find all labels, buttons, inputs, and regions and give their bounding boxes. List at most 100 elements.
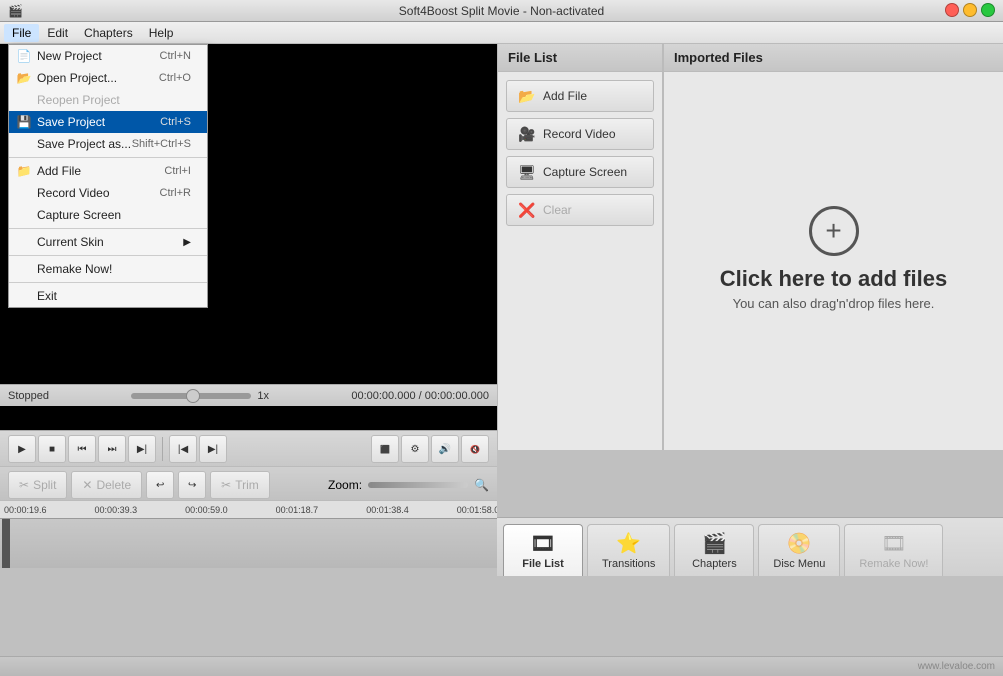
menu-edit[interactable]: Edit — [39, 24, 76, 42]
timeline-mark-6: 00:01:58.0 — [457, 505, 497, 515]
tab-transitions[interactable]: ⭐ Transitions — [587, 524, 670, 576]
menu-open-project[interactable]: 📂 Open Project... Ctrl+O — [9, 67, 207, 89]
menu-add-file[interactable]: 📁 Add File Ctrl+I — [9, 160, 207, 182]
menu-save-project-as[interactable]: Save Project as... Shift+Ctrl+S — [9, 133, 207, 155]
aspect-ratio-button[interactable]: ⬛ — [371, 435, 399, 463]
app-icon: 🎬 — [8, 4, 23, 18]
add-file-btn-icon: 📂 — [517, 86, 537, 106]
open-project-label: Open Project... — [37, 71, 117, 85]
chapters-tab-icon: 🎬 — [702, 531, 727, 556]
save-project-as-shortcut: Shift+Ctrl+S — [132, 138, 191, 150]
tab-disc-menu[interactable]: 📀 Disc Menu — [758, 524, 840, 576]
speed-label: 1x — [257, 390, 269, 402]
timeline-mark-3: 00:00:59.0 — [185, 505, 228, 515]
next-frame-button[interactable]: ⏭ — [98, 435, 126, 463]
menu-new-project[interactable]: 📄 New Project Ctrl+N — [9, 45, 207, 67]
menu-file[interactable]: File — [4, 24, 39, 42]
separator-1 — [9, 157, 207, 158]
timeline-ruler: 00:00:19.6 00:00:39.3 00:00:59.0 00:01:1… — [0, 500, 497, 518]
transitions-tab-label: Transitions — [602, 558, 655, 570]
clear-button[interactable]: ❌ Clear — [506, 194, 654, 226]
timeline-track[interactable] — [0, 518, 497, 568]
prev-frame-button[interactable]: ⏮ — [68, 435, 96, 463]
split-icon: ✂ — [19, 478, 29, 492]
playback-controls: ▶ ■ ⏮ ⏭ ▶| |◀ ▶| ⬛ ⚙ 🔊 🔇 — [0, 430, 497, 467]
timeline-mark-4: 00:01:18.7 — [276, 505, 319, 515]
mark-out-button[interactable]: ▶| — [199, 435, 227, 463]
capture-screen-label: Capture Screen — [37, 208, 121, 222]
title-bar: 🎬 Soft4Boost Split Movie - Non-activated — [0, 0, 1003, 22]
timeline-handle[interactable] — [2, 519, 10, 568]
window-title: Soft4Boost Split Movie - Non-activated — [399, 4, 604, 18]
bottom-tabs: 🎞 File List ⭐ Transitions 🎬 Chapters 📀 D… — [497, 517, 1003, 576]
scrub-track[interactable] — [131, 393, 251, 399]
redo-button[interactable]: ↪ — [178, 471, 206, 499]
chapters-tab-label: Chapters — [692, 558, 737, 570]
tab-file-list[interactable]: 🎞 File List — [503, 524, 583, 576]
menu-save-project[interactable]: 💾 Save Project Ctrl+S — [9, 111, 207, 133]
remake-now-label: Remake Now! — [37, 262, 112, 276]
separator-3 — [9, 255, 207, 256]
next-button[interactable]: ▶| — [128, 435, 156, 463]
file-dropdown-menu: 📄 New Project Ctrl+N 📂 Open Project... C… — [8, 44, 208, 308]
maximize-button[interactable] — [981, 3, 995, 17]
file-list-tab-label: File List — [522, 558, 564, 570]
time-display: 00:00:00.000 / 00:00:00.000 — [351, 390, 489, 402]
clear-btn-icon: ❌ — [517, 200, 537, 220]
trim-button[interactable]: ✂ Trim — [210, 471, 270, 499]
add-file-button[interactable]: 📂 Add File — [506, 80, 654, 112]
capture-screen-button[interactable]: 🖥 Capture Screen — [506, 156, 654, 188]
record-video-label: Record Video — [37, 186, 110, 200]
timeline-mark-5: 00:01:38.4 — [366, 505, 409, 515]
menu-exit[interactable]: Exit — [9, 285, 207, 307]
menu-remake-now[interactable]: Remake Now! — [9, 258, 207, 280]
tab-chapters[interactable]: 🎬 Chapters — [674, 524, 754, 576]
minimize-button[interactable] — [963, 3, 977, 17]
mute-button[interactable]: 🔇 — [461, 435, 489, 463]
mark-in-button[interactable]: |◀ — [169, 435, 197, 463]
add-circle-icon[interactable]: + — [809, 206, 859, 256]
add-file-icon: 📁 — [15, 162, 33, 180]
save-project-label: Save Project — [37, 115, 105, 129]
menu-chapters[interactable]: Chapters — [76, 24, 141, 42]
remake-now-tab-label: Remake Now! — [859, 558, 928, 570]
timeline-mark-1: 00:00:19.6 — [4, 505, 47, 515]
settings-button[interactable]: ⚙ — [401, 435, 429, 463]
menu-record-video[interactable]: Record Video Ctrl+R — [9, 182, 207, 204]
record-video-btn-icon: 🎥 — [517, 124, 537, 144]
imported-title: Imported Files — [664, 44, 1003, 72]
current-skin-label: Current Skin — [37, 235, 104, 249]
drag-drop-text: You can also drag'n'drop files here. — [733, 296, 935, 311]
undo-button[interactable]: ↩ — [146, 471, 174, 499]
close-button[interactable] — [945, 3, 959, 17]
record-video-button[interactable]: 🎥 Record Video — [506, 118, 654, 150]
reopen-project-icon — [15, 91, 33, 109]
file-list-title: File List — [498, 44, 662, 72]
submenu-arrow-icon: ▶ — [183, 237, 191, 248]
zoom-slider[interactable] — [368, 482, 468, 488]
add-file-shortcut: Ctrl+I — [164, 165, 191, 177]
scrub-thumb[interactable] — [186, 389, 200, 403]
split-button[interactable]: ✂ Split — [8, 471, 67, 499]
menu-capture-screen[interactable]: Capture Screen — [9, 204, 207, 226]
add-file-label: Add File — [37, 164, 81, 178]
file-list-buttons: 📂 Add File 🎥 Record Video 🖥 Capture Scre… — [498, 72, 662, 234]
delete-button[interactable]: ✕ Delete — [71, 471, 142, 499]
volume-button[interactable]: 🔊 — [431, 435, 459, 463]
zoom-label: Zoom: — [328, 478, 362, 492]
scrubber[interactable]: 1x — [131, 390, 269, 402]
imported-content: + Click here to add files You can also d… — [664, 72, 1003, 444]
menu-current-skin[interactable]: Current Skin ▶ — [9, 231, 207, 253]
file-list-tab-icon: 🎞 — [530, 531, 555, 556]
edit-buttons-group: ✂ Split ✕ Delete ↩ ↪ ✂ Trim — [8, 471, 270, 499]
new-project-shortcut: Ctrl+N — [160, 50, 191, 62]
disc-menu-tab-icon: 📀 — [787, 531, 812, 556]
menu-help[interactable]: Help — [141, 24, 182, 42]
watermark: www.levaloe.com — [918, 661, 995, 672]
new-project-icon: 📄 — [15, 47, 33, 65]
tab-remake-now[interactable]: 🎞 Remake Now! — [844, 524, 943, 576]
separator-2 — [9, 228, 207, 229]
play-button[interactable]: ▶ — [8, 435, 36, 463]
zoom-control: Zoom: 🔍 — [328, 478, 489, 492]
stop-button[interactable]: ■ — [38, 435, 66, 463]
